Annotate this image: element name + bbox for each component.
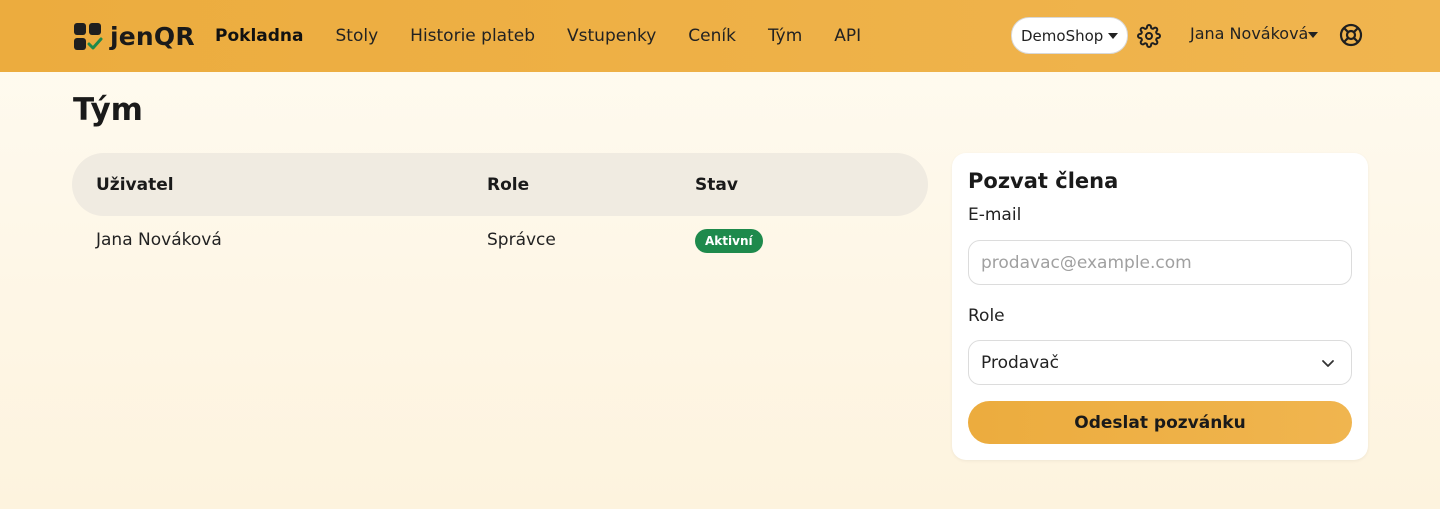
main-nav: Pokladna Stoly Historie plateb Vstupenky… [215, 0, 893, 72]
nav-item-tym[interactable]: Tým [768, 26, 802, 46]
table-header: Uživatel Role Stav [72, 153, 928, 216]
nav-item-stoly[interactable]: Stoly [336, 26, 379, 46]
user-name: Jana Nováková [1190, 24, 1309, 43]
caret-down-icon [1108, 33, 1118, 39]
column-header-user: Uživatel [96, 175, 174, 195]
nav-item-historie-plateb[interactable]: Historie plateb [410, 26, 535, 46]
shop-selector[interactable]: DemoShop [1011, 17, 1128, 54]
shop-selector-value: DemoShop [1021, 26, 1104, 45]
page-title: Tým [73, 92, 143, 128]
role-select[interactable]: Prodavač [968, 340, 1352, 385]
column-header-role: Role [487, 175, 530, 195]
role-select-value: Prodavač [981, 352, 1060, 373]
brand-name: jenQR [110, 22, 195, 51]
top-navbar: jenQR Pokladna Stoly Historie plateb Vst… [0, 0, 1440, 72]
brand[interactable]: jenQR [74, 22, 195, 51]
nav-item-vstupenky[interactable]: Vstupenky [567, 26, 656, 46]
user-menu[interactable]: Jana Nováková [1190, 24, 1318, 43]
status-badge: Aktivní [695, 229, 763, 253]
cell-user: Jana Nováková [96, 230, 222, 250]
invite-member-card: Pozvat člena E-mail Role Prodavač Odesla… [952, 153, 1368, 460]
lifebuoy-icon[interactable] [1339, 23, 1363, 47]
qr-logo-icon [74, 22, 103, 51]
chevron-down-icon [1321, 355, 1335, 369]
caret-down-icon [1308, 32, 1318, 38]
nav-item-cenik[interactable]: Ceník [688, 26, 736, 46]
role-label: Role [968, 306, 1005, 326]
cell-role: Správce [487, 230, 556, 250]
invite-card-title: Pozvat člena [968, 169, 1119, 193]
gear-icon[interactable] [1137, 24, 1161, 48]
email-label: E-mail [968, 205, 1022, 225]
send-invite-button[interactable]: Odeslat pozvánku [968, 401, 1352, 444]
email-field[interactable] [968, 240, 1352, 285]
nav-item-pokladna[interactable]: Pokladna [215, 26, 304, 46]
nav-item-api[interactable]: API [834, 26, 861, 46]
column-header-status: Stav [695, 175, 738, 195]
